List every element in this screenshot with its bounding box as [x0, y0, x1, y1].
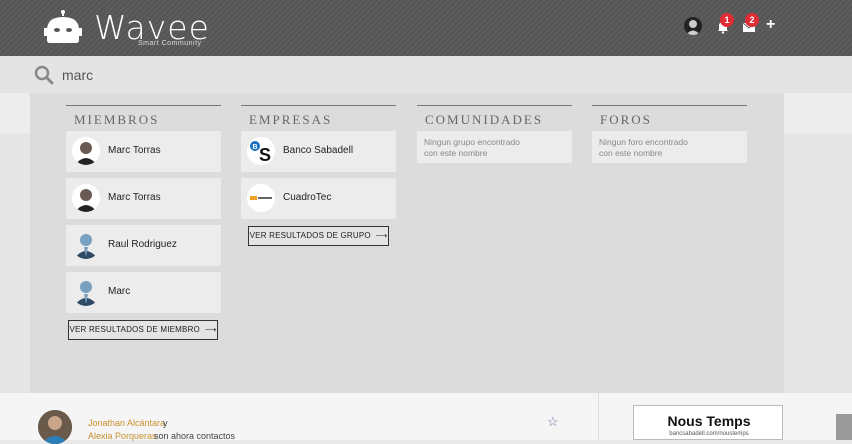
member-result[interactable]: Marc Torras [66, 131, 221, 172]
see-more-groups-label: VER RESULTADOS DE GRUPO [249, 231, 371, 240]
feed-user-link[interactable]: Jonathan Alcántara [88, 418, 165, 428]
communities-heading: COMUNIDADES [417, 105, 572, 128]
default-user-avatar-icon [72, 278, 100, 306]
see-more-members-button[interactable]: VER RESULTADOS DE MIEMBRO ⟶ [68, 320, 218, 340]
notifications-badge: 1 [720, 13, 734, 27]
add-button[interactable]: + [766, 16, 775, 34]
nous-temps-banner[interactable]: Nous Temps bancsabadell.com/noustemps [633, 405, 783, 440]
communities-empty-message: Ningun grupo encontrado con este nombre [417, 131, 572, 163]
user-avatar[interactable] [684, 17, 702, 35]
member-name: Raul Rodriguez [108, 239, 177, 250]
company-result[interactable]: CuadroTec [241, 178, 396, 219]
cuadrotec-logo-icon [247, 184, 275, 212]
side-tab[interactable] [836, 414, 852, 440]
banco-sabadell-logo-icon: B S [247, 137, 275, 165]
feed-avatar[interactable] [38, 410, 72, 444]
member-name: Marc Torras [108, 192, 161, 203]
search-input[interactable] [62, 64, 562, 86]
search-icon[interactable] [34, 65, 54, 85]
member-result[interactable]: Marc [66, 272, 221, 313]
company-result[interactable]: B S Banco Sabadell [241, 131, 396, 172]
member-name: Marc [108, 286, 131, 297]
brand-tagline: Smart Community [138, 40, 202, 47]
company-name: CuadroTec [283, 192, 332, 203]
company-name: Banco Sabadell [283, 145, 354, 156]
robot-logo-icon[interactable] [44, 10, 82, 44]
member-result[interactable]: Raul Rodriguez [66, 225, 221, 266]
arrow-right-icon: ⟶ [202, 325, 217, 334]
messages-badge: 2 [745, 13, 759, 27]
banner-url: bancsabadell.com/noustemps [669, 431, 749, 437]
member-avatar [72, 137, 100, 165]
member-result[interactable]: Marc Torras [66, 178, 221, 219]
svg-text:S: S [259, 145, 271, 165]
banner-title: Nous Temps [667, 413, 751, 429]
forums-empty-message: Ningun foro encontrado con este nombre [592, 131, 747, 163]
star-icon[interactable]: ☆ [547, 414, 559, 430]
forums-heading: FOROS [592, 105, 747, 128]
feed-connector: y [163, 418, 168, 428]
divider [598, 393, 599, 440]
see-more-members-label: VER RESULTADOS DE MIEMBRO [69, 325, 200, 334]
arrow-right-icon: ⟶ [373, 231, 388, 240]
member-name: Marc Torras [108, 145, 161, 156]
see-more-groups-button[interactable]: VER RESULTADOS DE GRUPO ⟶ [248, 226, 389, 246]
member-avatar [72, 184, 100, 212]
svg-text:B: B [252, 144, 257, 151]
default-user-avatar-icon [72, 231, 100, 259]
companies-heading: EMPRESAS [241, 105, 396, 128]
members-heading: MIEMBROS [66, 105, 221, 128]
